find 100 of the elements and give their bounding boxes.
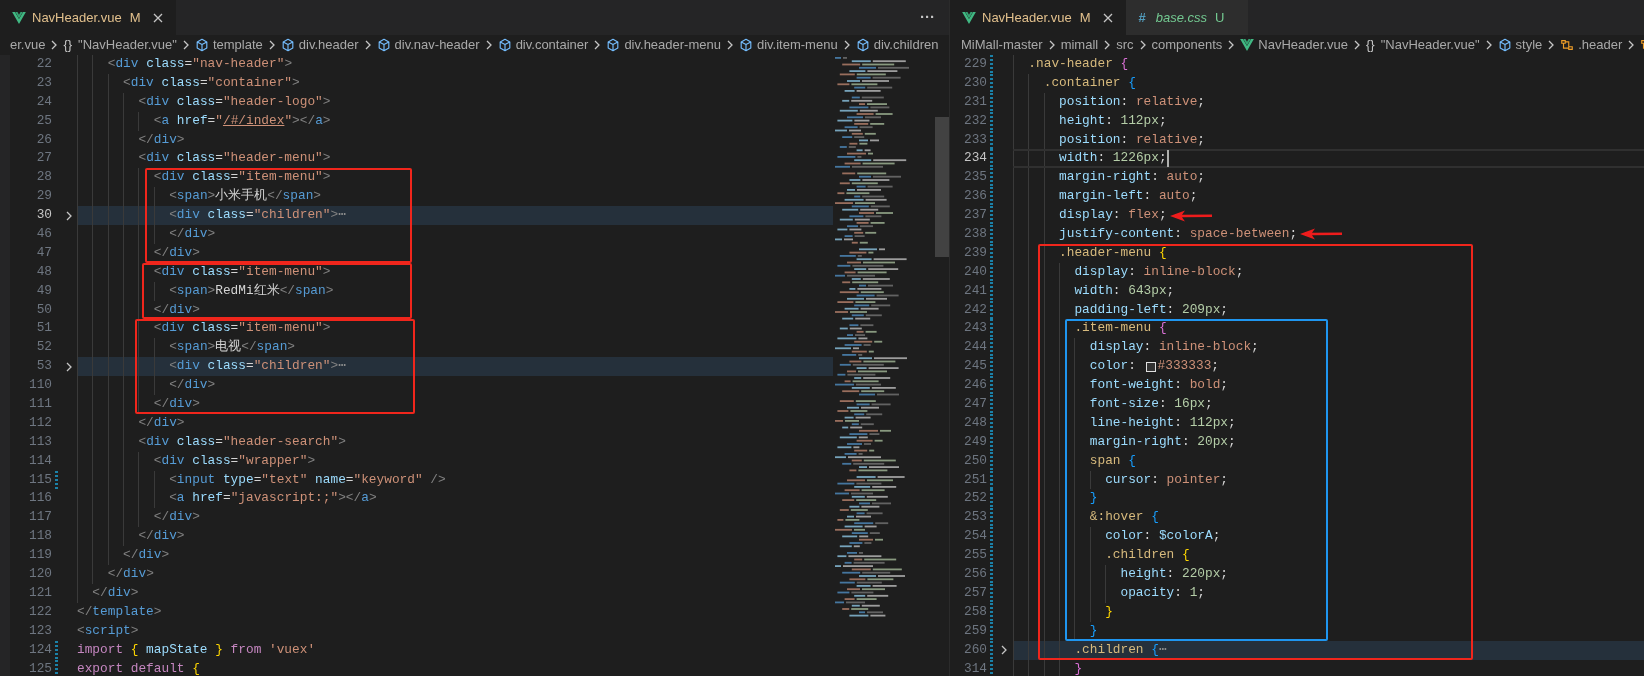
line-number: 22 [36,56,52,71]
cube-icon [606,38,621,52]
line-number: 235 [963,169,987,185]
line-number: 122 [28,603,52,619]
chevron-right-icon [1103,39,1112,51]
breadcrumb-item[interactable]: div.item-menu [738,35,838,55]
code-text: display: flex; [1059,206,1167,225]
editor-tab[interactable]: # base.css U [1126,0,1249,35]
breadcrumb-item[interactable]: div.nav-header [376,35,480,55]
cube-icon [376,38,391,52]
code-text: <div class="wrapper"> [153,451,316,470]
css-file-icon: # [1138,7,1146,28]
code-text: padding-left: 209px; [1074,300,1229,319]
code-text: </div> [107,565,154,584]
breadcrumb-item[interactable]: .header [1560,35,1623,55]
code-text: line-height: 112px; [1089,413,1236,432]
line-number: 239 [963,244,987,260]
vue-icon [962,11,976,24]
code-text: opacity: 1; [1120,583,1205,602]
braces-icon: {} [1366,35,1375,55]
breadcrumb-item[interactable]: er.vue [10,35,46,55]
code-text: <div class="children">⋯ [169,357,346,376]
line-number: 30 [36,207,52,223]
code-text: margin-right: 20px; [1089,432,1236,451]
chevron-right-icon[interactable] [1000,644,1008,657]
code-text: &:hover { [1089,508,1159,527]
code-text: <span>电视</span> [169,338,295,357]
class-symbol-icon [1560,38,1575,52]
scrollbar-thumb[interactable] [935,117,949,257]
breadcrumb-item[interactable]: src [1116,35,1134,55]
color-swatch-icon[interactable] [1145,361,1156,372]
code-text: <div class="item-menu"> [153,319,331,338]
code-text: </div> [123,546,170,565]
code-text: } [1074,659,1083,676]
line-number: 111 [28,396,52,412]
line-number: 231 [963,93,987,109]
breadcrumb-item[interactable]: div.header [280,35,359,55]
chevron-right-icon [50,39,59,51]
code-text: .item-menu { [1074,319,1167,338]
line-number: 238 [963,226,987,241]
breadcrumb-item[interactable]: template [194,35,263,55]
line-number: 253 [963,509,987,525]
line-number: 230 [963,74,987,90]
breadcrumb-item[interactable]: components [1151,35,1223,55]
code-text: color: [1089,357,1137,376]
code-text: font-weight: bold; [1089,376,1229,395]
chevron-right-icon[interactable] [64,209,73,222]
line-number: 259 [963,622,987,638]
code-text: <div class="header-search"> [138,432,346,451]
code-text: </div> [153,508,200,527]
code-text: cursor: pointer; [1105,470,1229,489]
code-text: position: relative; [1059,92,1205,111]
code-text: <div class="header-menu"> [138,149,331,168]
cube-icon [497,38,512,52]
line-number: 110 [28,377,52,393]
code-text: <a href="javascript:;"></a> [169,489,377,508]
breadcrumb-item[interactable]: div.container [497,35,589,55]
breadcrumb-item[interactable]: div.header-menu [606,35,721,55]
breadcrumb-item[interactable]: NavHeader.vue [1240,35,1348,55]
code-text: </div> [153,395,200,414]
chevron-right-icon [1138,39,1147,51]
code-text: position: relative; [1059,130,1205,149]
editor-tab[interactable]: NavHeader.vue M [950,0,1127,35]
line-number: 243 [963,320,987,336]
line-number: 26 [36,131,52,147]
line-number: 118 [28,528,52,544]
line-number: 119 [28,547,52,563]
chevron-right-icon [1547,39,1556,51]
breadcrumb-item[interactable]: style [1497,35,1543,55]
code-text: } [1089,621,1098,640]
more-actions-button[interactable]: ··· [920,6,935,29]
chevron-right-icon [1627,39,1636,51]
code-text: color: $colorA; [1105,527,1221,546]
chevron-right-icon[interactable] [64,360,73,373]
line-number: 50 [36,301,52,317]
code-text: .nav-header { [1028,55,1129,73]
line-number: 123 [28,622,52,638]
cube-icon [738,38,753,52]
chevron-right-icon [363,39,372,51]
line-number: 121 [28,584,52,600]
breadcrumb-item[interactable]: div.children [855,35,939,55]
code-text: height: 112px; [1059,111,1167,130]
code-text: <div class="container"> [123,73,300,92]
code-text: <div class="nav-header"> [107,55,293,73]
code-text: } [1105,602,1113,621]
line-number: 244 [963,339,987,355]
code-text: </div> [92,583,139,602]
code-text: <script> [77,621,139,640]
code-text: display: inline-block; [1089,338,1259,357]
line-number: 246 [963,377,987,393]
breadcrumb-item[interactable]: MiMall-master [961,35,1043,55]
code-text: </div> [153,300,200,319]
code-text: .children { [1105,546,1190,565]
breadcrumb-item[interactable]: {} "NavHeader.vue" [63,35,177,55]
breadcrumb-item[interactable]: {} "NavHeader.vue" [1366,35,1480,55]
editor-tab[interactable]: NavHeader.vue M [0,0,177,35]
code-text: font-size: 16px; [1089,395,1213,414]
vue-icon [1240,39,1255,51]
line-number: 46 [36,226,52,241]
breadcrumb-item[interactable]: mimall [1060,35,1099,55]
